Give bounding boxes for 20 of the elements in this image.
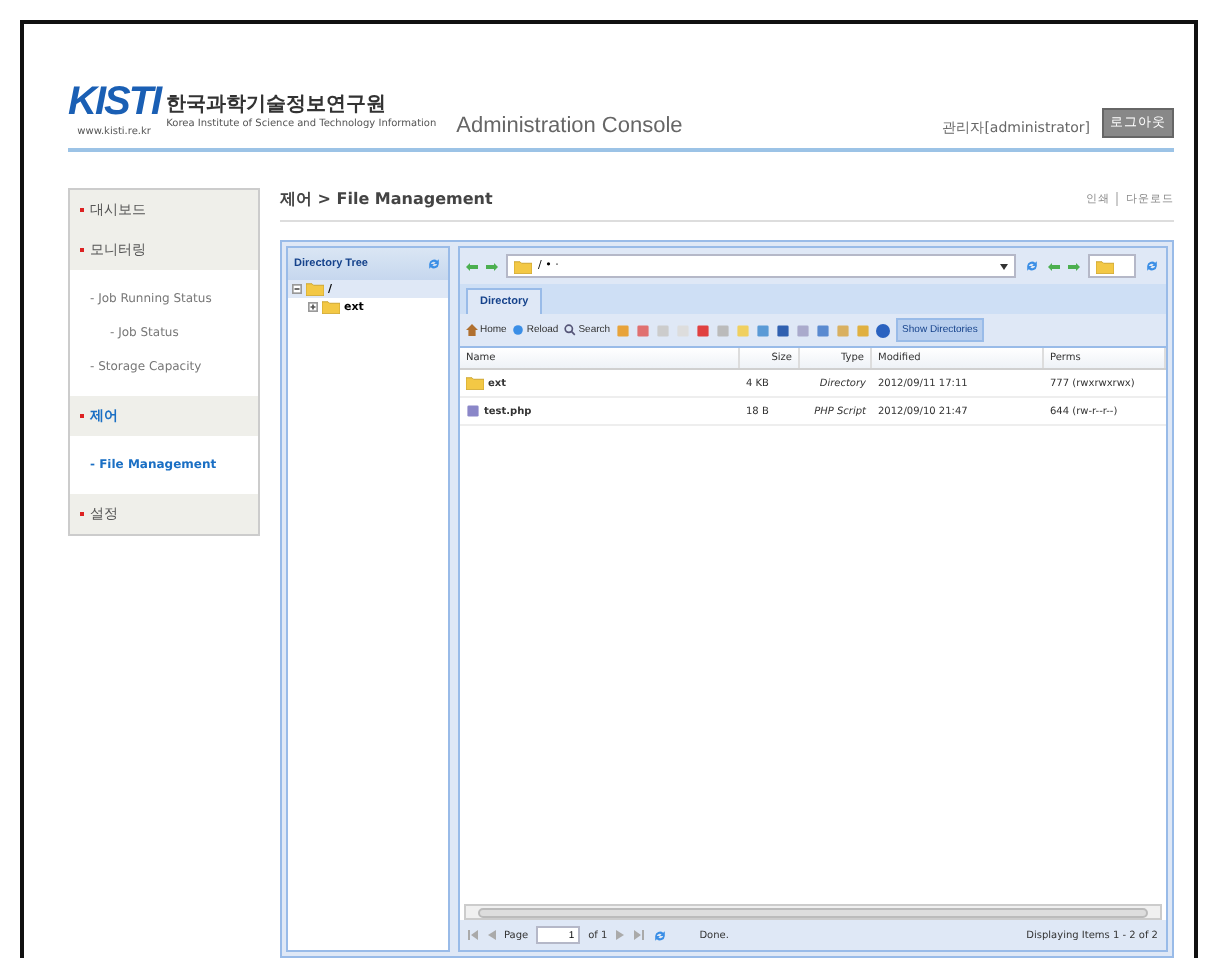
refresh-icon[interactable] (1024, 258, 1040, 274)
refresh-icon[interactable] (651, 927, 668, 943)
horizontal-scrollbar[interactable] (464, 904, 1162, 920)
first-page-icon[interactable] (468, 930, 480, 940)
collapse-icon[interactable] (292, 284, 302, 294)
script-file-icon (466, 404, 480, 418)
dropdown-caret-icon[interactable] (1000, 263, 1008, 269)
previous-page-icon[interactable] (488, 930, 496, 940)
search-icon (564, 324, 577, 336)
next-page-icon[interactable] (615, 930, 624, 940)
folder-field[interactable] (1088, 254, 1136, 278)
last-page-icon[interactable] (631, 930, 644, 940)
breadcrumb: 제어 > File Management (280, 188, 493, 210)
console-title: Administration Console (456, 114, 685, 138)
refresh-icon[interactable] (426, 256, 442, 272)
back-forward-arrows-icon[interactable] (466, 261, 498, 271)
go-icon[interactable] (1144, 258, 1160, 274)
expand-icon[interactable] (308, 302, 318, 312)
back-forward-arrows-icon[interactable] (1048, 261, 1080, 271)
home-icon (466, 324, 478, 336)
